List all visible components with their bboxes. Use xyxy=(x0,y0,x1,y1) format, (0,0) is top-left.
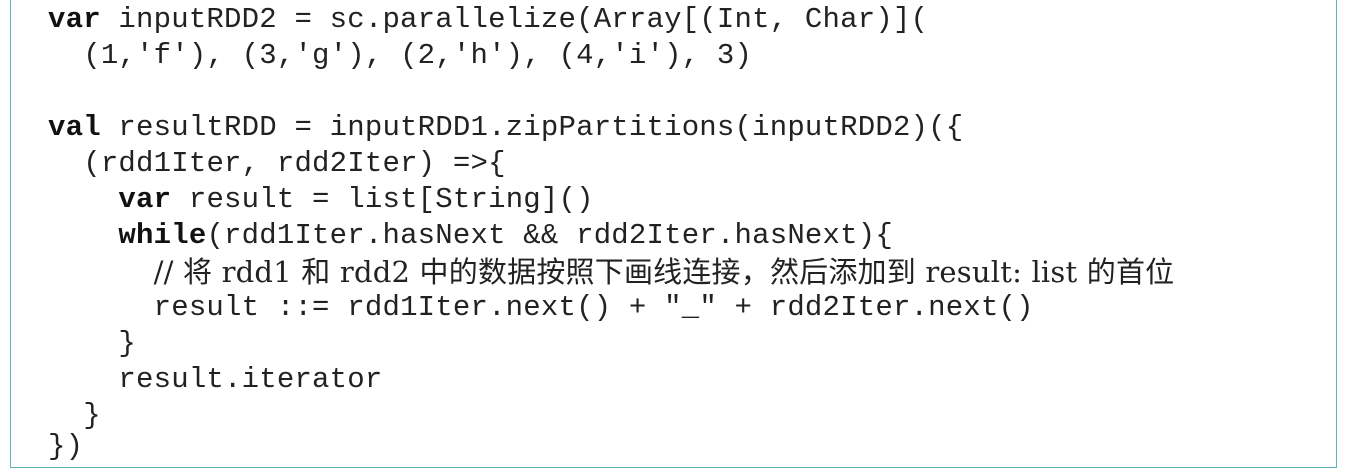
keyword: val xyxy=(48,111,101,144)
code-line-6: var result = list[String]() xyxy=(118,183,594,216)
code-line-13: }) xyxy=(48,430,84,463)
keyword: var xyxy=(48,3,101,36)
code-line-9: result ::= rdd1Iter.next() + "_" + rdd2I… xyxy=(153,291,1034,324)
code-block: var inputRDD2 = sc.parallelize(Array[(In… xyxy=(10,0,1337,468)
code-comment: // 将 rdd1 和 rdd2 中的数据按照下画线连接，然后添加到 resul… xyxy=(153,255,1175,289)
code-line-5: (rdd1Iter, rdd2Iter) =>{ xyxy=(83,147,506,180)
keyword: var xyxy=(118,183,172,216)
code-line-1: var inputRDD2 = sc.parallelize(Array[(In… xyxy=(48,3,929,36)
code-line-10: } xyxy=(118,327,137,360)
code-line-2: (1,'f'), (3,'g'), (2,'h'), (4,'i'), 3) xyxy=(83,39,753,72)
code-line-11: result.iterator xyxy=(118,363,383,396)
code-line-7: while(rdd1Iter.hasNext && rdd2Iter.hasNe… xyxy=(118,219,893,252)
keyword: while xyxy=(118,219,207,252)
code-line-8-comment: // 将 rdd1 和 rdd2 中的数据按照下画线连接，然后添加到 resul… xyxy=(48,254,1175,290)
code-line-4: val resultRDD = inputRDD1.zipPartitions(… xyxy=(48,111,964,144)
